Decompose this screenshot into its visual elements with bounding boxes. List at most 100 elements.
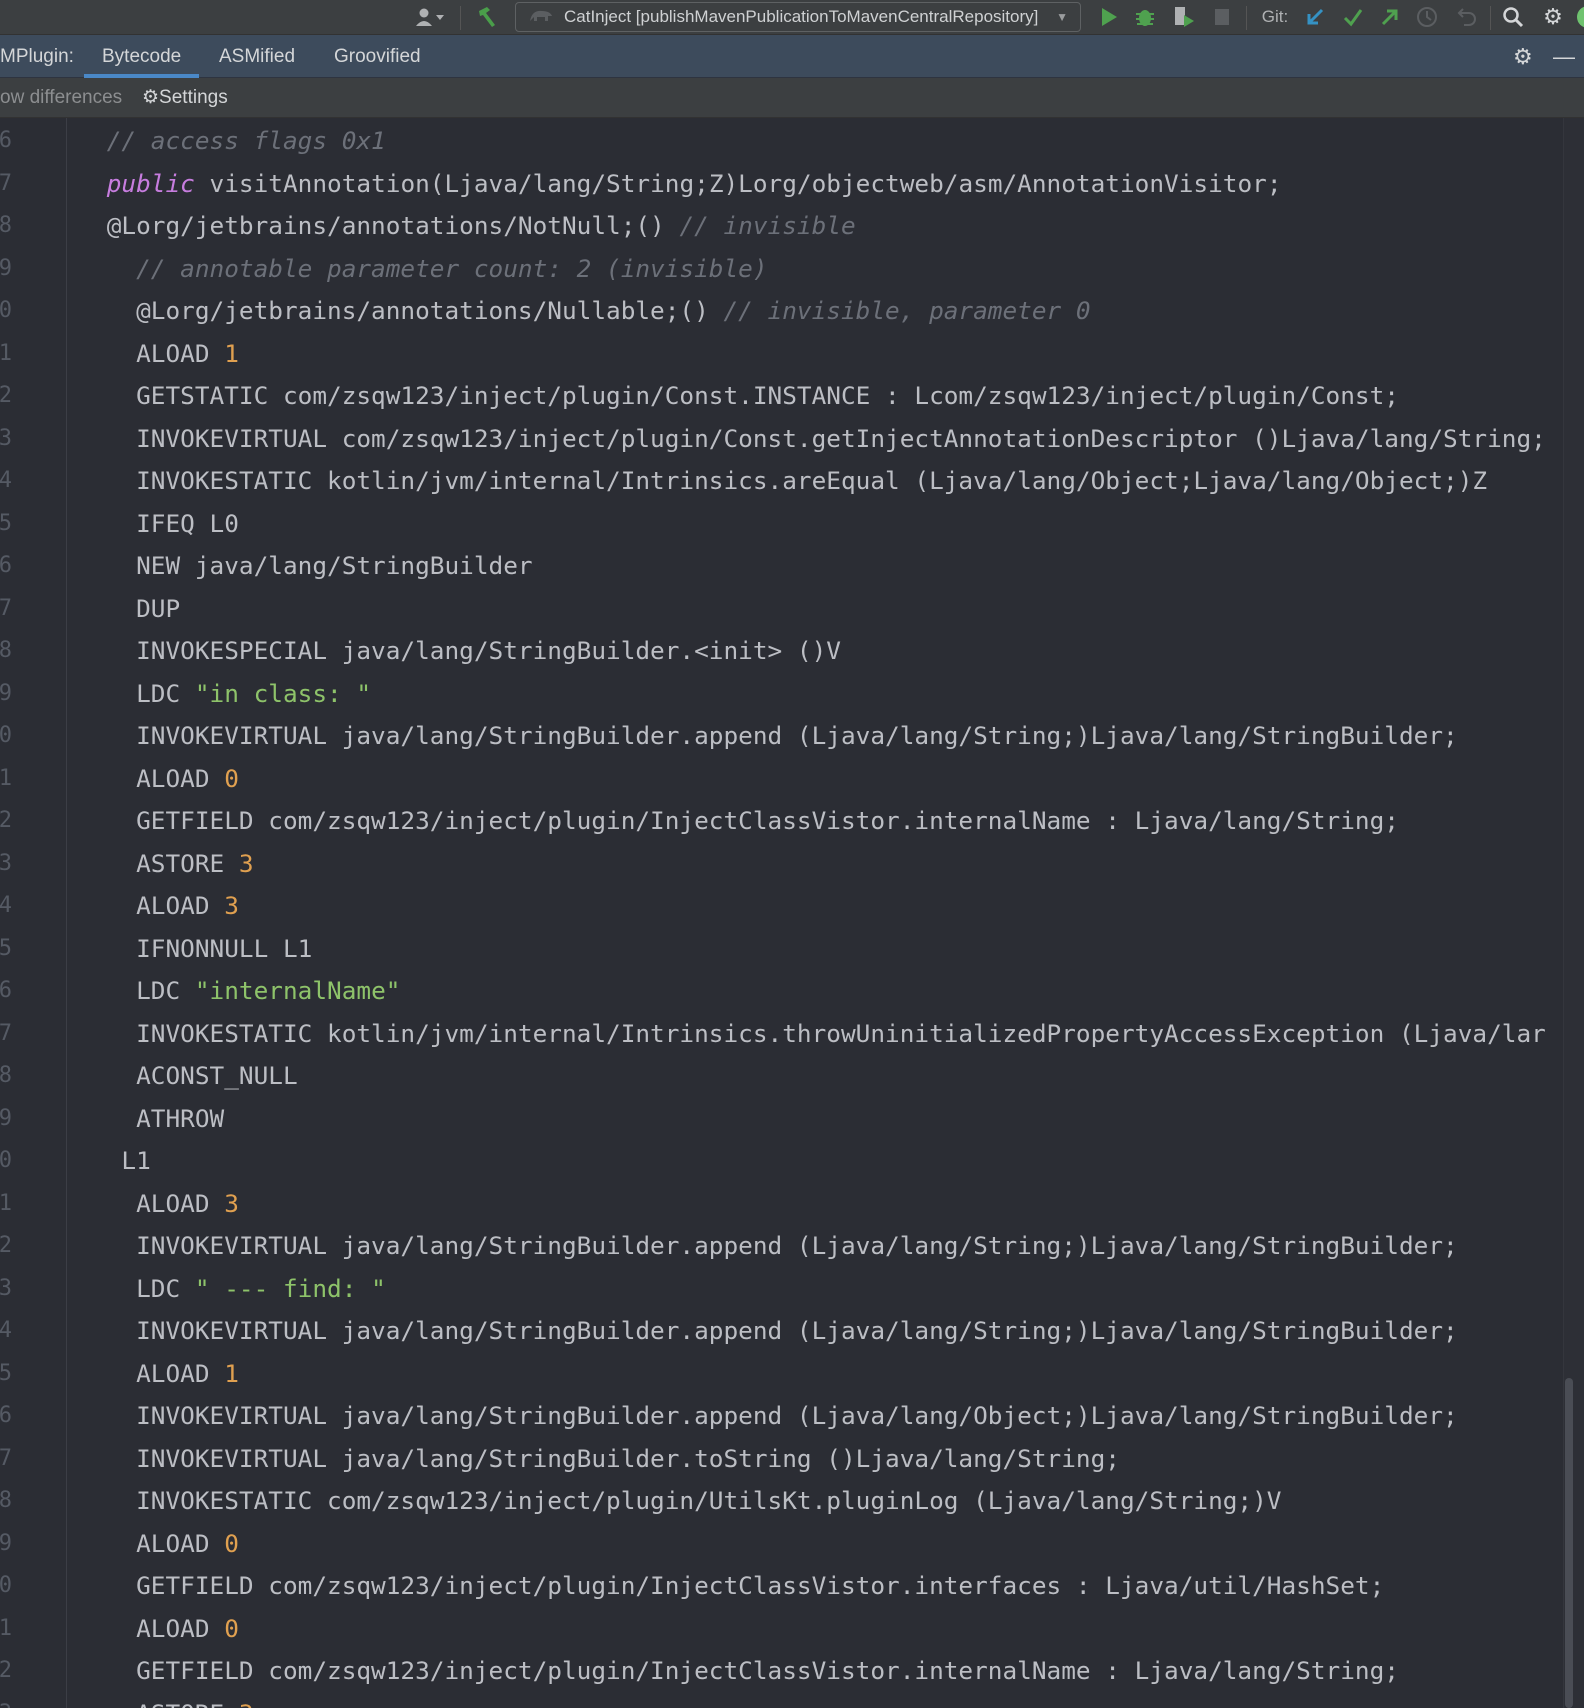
line-number: 2 [0, 1658, 12, 1683]
line-number: 6 [0, 553, 12, 578]
line-number: 1 [0, 1190, 12, 1216]
line-number: 7 [0, 1020, 12, 1046]
line-number: 8 [0, 213, 12, 238]
number-token: 3 [239, 1699, 254, 1708]
line-number: 3 [0, 1693, 12, 1708]
code-line: @Lorg/jetbrains/annotations/Nullable;() … [48, 290, 1091, 333]
code-token: INVOKESTATIC kotlin/jvm/internal/Intrins… [48, 1018, 1546, 1048]
gear-icon: ⚙ [142, 87, 160, 108]
toolbar-separator [1246, 6, 1247, 30]
chevron-down-icon: ▼ [1056, 10, 1068, 24]
options-bar: ow differences ⚙Settings [0, 78, 1584, 118]
code-line: ALOAD 0 [48, 1608, 239, 1651]
git-push-icon[interactable] [1377, 4, 1403, 30]
number-token: 0 [224, 1528, 239, 1558]
run-configuration-select[interactable]: CatInject [publishMavenPublicationToMave… [515, 2, 1081, 32]
comment-token: // invisible, parameter 0 [723, 296, 1091, 325]
string-token: "in class: " [194, 678, 372, 708]
line-number: 0 [0, 723, 12, 748]
settings-button[interactable]: ⚙Settings [142, 78, 228, 118]
code-line: GETFIELD com/zsqw123/inject/plugin/Injec… [48, 1650, 1399, 1693]
line-number: 5 [0, 935, 12, 961]
code-token: INVOKESTATIC com/zsqw123/inject/plugin/U… [48, 1486, 1282, 1515]
line-number: 3 [0, 425, 12, 451]
git-update-icon[interactable] [1302, 4, 1328, 30]
code-token: ATHROW [48, 1103, 225, 1133]
string-token: "internalName" [194, 976, 401, 1005]
user-icon[interactable] [410, 4, 450, 30]
code-line: INVOKEVIRTUAL java/lang/StringBuilder.to… [48, 1438, 1120, 1481]
settings-label: Settings [159, 87, 228, 108]
line-number: 4 [0, 893, 12, 918]
line-number: 9 [0, 1105, 12, 1131]
rollback-icon[interactable] [1454, 4, 1480, 30]
code-token: INVOKESPECIAL java/lang/StringBuilder.<i… [48, 636, 841, 665]
code-line: GETFIELD com/zsqw123/inject/plugin/Injec… [48, 1565, 1384, 1608]
line-number: 7 [0, 1445, 12, 1471]
line-number: 5 [0, 510, 12, 536]
code-line: ASTORE 3 [48, 1693, 254, 1708]
line-number: 4 [0, 1318, 12, 1343]
code-line: INVOKEVIRTUAL com/zsqw123/inject/plugin/… [48, 418, 1546, 461]
number-token: 3 [238, 848, 254, 878]
settings-icon[interactable]: ⚙ [1539, 4, 1567, 30]
tab-asmified[interactable]: ASMified [219, 35, 295, 78]
code-line: GETFIELD com/zsqw123/inject/plugin/Injec… [48, 800, 1399, 843]
minimize-icon[interactable]: — [1553, 35, 1575, 78]
code-line: DUP [48, 588, 180, 631]
tab-groovified[interactable]: Groovified [334, 35, 421, 78]
string-token: " --- find: " [194, 1273, 386, 1303]
code-line: LDC "in class: " [48, 673, 371, 716]
number-token: 1 [224, 338, 239, 368]
line-number: 8 [0, 638, 12, 663]
tab-bytecode[interactable]: Bytecode [84, 35, 200, 78]
code-line: ASTORE 3 [48, 843, 254, 886]
code-token: NEW java/lang/StringBuilder [48, 551, 533, 580]
line-number: 3 [0, 1275, 12, 1301]
bytecode-editor[interactable]: 6 // access flags 0x1 7 public visitAnnot… [0, 118, 1563, 1708]
code-line: // access flags 0x1 [48, 120, 386, 163]
code-token: GETFIELD com/zsqw123/inject/plugin/Injec… [48, 806, 1399, 835]
show-differences-toggle[interactable]: ow differences [0, 78, 122, 118]
code-token: GETFIELD com/zsqw123/inject/plugin/Injec… [48, 1656, 1399, 1685]
build-hammer-icon[interactable] [472, 4, 502, 30]
code-token: LDC [48, 976, 195, 1005]
history-icon[interactable] [1414, 4, 1440, 30]
stop-icon[interactable] [1210, 4, 1234, 30]
code-line: // annotable parameter count: 2 (invisib… [48, 248, 767, 291]
line-number: 1 [0, 765, 12, 791]
scrollbar-thumb[interactable] [1565, 1378, 1573, 1708]
code-token: INVOKEVIRTUAL com/zsqw123/inject/plugin/… [48, 423, 1546, 453]
line-number: 6 [0, 128, 12, 153]
run-icon[interactable] [1096, 4, 1122, 30]
line-number: 9 [0, 255, 12, 281]
main-toolbar: CatInject [publishMavenPublicationToMave… [0, 0, 1584, 35]
code-token: INVOKEVIRTUAL java/lang/StringBuilder.ap… [48, 721, 1458, 750]
code-line: L1 [48, 1140, 150, 1183]
line-number: 7 [0, 595, 12, 621]
toolbar-separator [1490, 6, 1491, 30]
git-commit-icon[interactable] [1340, 4, 1366, 30]
code-line: @Lorg/jetbrains/annotations/NotNull;() /… [48, 205, 856, 248]
git-label: Git: [1261, 7, 1289, 26]
coverage-icon[interactable] [1170, 4, 1198, 30]
code-token: ALOAD [48, 891, 225, 920]
line-number: 6 [0, 978, 12, 1003]
code-line: ACONST_NULL [48, 1055, 298, 1098]
debug-icon[interactable] [1132, 4, 1158, 30]
panel-settings-icon[interactable]: ⚙ [1513, 35, 1533, 78]
line-number: 1 [0, 340, 12, 366]
code-line: ALOAD 3 [48, 1183, 239, 1226]
code-token: DUP [48, 593, 181, 623]
code-token: INVOKEVIRTUAL java/lang/StringBuilder.ap… [48, 1231, 1458, 1260]
code-line: INVOKESPECIAL java/lang/StringBuilder.<i… [48, 630, 841, 673]
code-line: ALOAD 1 [48, 333, 239, 376]
code-token: INVOKESTATIC kotlin/jvm/internal/Intrins… [48, 466, 1488, 495]
code-line: INVOKESTATIC kotlin/jvm/internal/Intrins… [48, 460, 1487, 503]
code-line: IFNONNULL L1 [48, 928, 312, 971]
code-token: GETFIELD com/zsqw123/inject/plugin/Injec… [48, 1571, 1385, 1600]
code-line: ALOAD 0 [48, 1523, 239, 1566]
code-line: ALOAD 3 [48, 885, 239, 928]
search-icon[interactable] [1499, 4, 1527, 30]
